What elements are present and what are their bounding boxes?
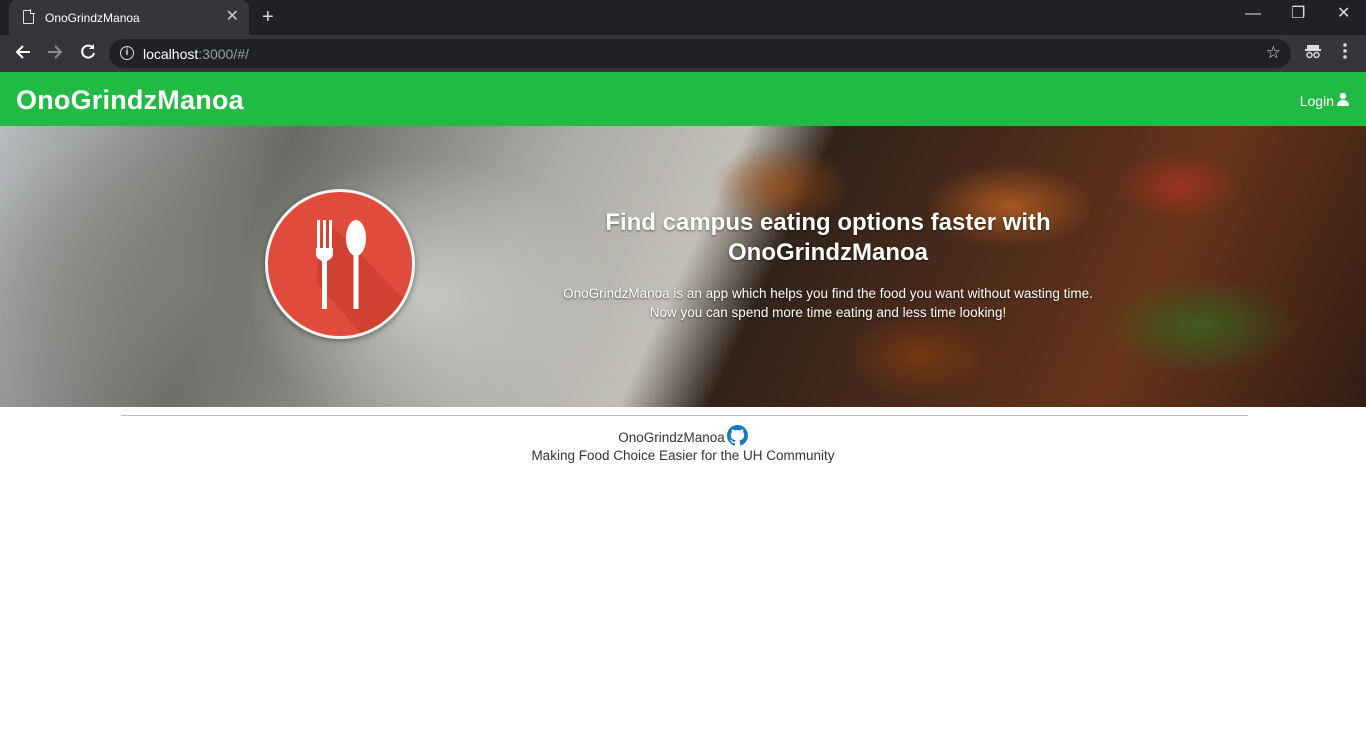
info-icon[interactable]: i bbox=[120, 46, 134, 60]
hero-title: Find campus eating options faster with O… bbox=[578, 208, 1078, 268]
hero-title-line1: Find campus eating options faster with bbox=[605, 209, 1051, 236]
github-icon[interactable] bbox=[726, 425, 748, 449]
address-bar[interactable]: i localhost:3000/#/ ☆ bbox=[109, 39, 1291, 68]
footer-name: OnoGrindzManoa bbox=[618, 429, 725, 445]
hero-description: OnoGrindzManoa is an app which helps you… bbox=[508, 284, 1148, 322]
browser-tab[interactable]: OnoGrindzManoa ✕ bbox=[9, 0, 249, 35]
hero-text-line2: Now you can spend more time eating and l… bbox=[649, 305, 1007, 320]
restore-icon[interactable]: ❐ bbox=[1291, 4, 1305, 24]
document-icon bbox=[23, 9, 35, 24]
star-icon[interactable]: ☆ bbox=[1266, 43, 1281, 63]
back-icon[interactable] bbox=[13, 42, 33, 67]
browser-tab-bar: OnoGrindzManoa ✕ + — ❐ ✕ bbox=[0, 0, 1366, 35]
fork-spoon-icon bbox=[265, 189, 415, 339]
forward-icon[interactable] bbox=[45, 42, 65, 67]
brand-link[interactable]: OnoGrindzManoa bbox=[16, 85, 244, 116]
footer-name-row: OnoGrindzManoa bbox=[0, 425, 1366, 449]
site-navbar: OnoGrindzManoa Login bbox=[0, 72, 1366, 126]
hero-text-line1: OnoGrindzManoa is an app which helps you… bbox=[563, 286, 1093, 301]
close-icon[interactable]: ✕ bbox=[226, 8, 239, 26]
plus-icon[interactable]: + bbox=[262, 6, 274, 28]
footer-divider bbox=[121, 415, 1248, 416]
reload-icon[interactable] bbox=[78, 42, 98, 67]
login-label: Login bbox=[1299, 92, 1334, 109]
hero-banner: Find campus eating options faster with O… bbox=[0, 126, 1366, 407]
user-icon bbox=[1336, 92, 1350, 109]
tab-title: OnoGrindzManoa bbox=[45, 11, 140, 25]
minimize-icon[interactable]: — bbox=[1245, 4, 1261, 24]
window-close-icon[interactable]: ✕ bbox=[1337, 4, 1350, 24]
browser-toolbar: i localhost:3000/#/ ☆ bbox=[0, 35, 1366, 72]
footer-tagline: Making Food Choice Easier for the UH Com… bbox=[531, 448, 835, 463]
url-text: localhost:3000/#/ bbox=[143, 46, 249, 62]
hero-title-line2: OnoGrindzManoa bbox=[728, 239, 928, 266]
login-button[interactable]: Login bbox=[1300, 92, 1350, 109]
menu-icon[interactable] bbox=[1340, 42, 1350, 65]
incognito-icon[interactable] bbox=[1304, 42, 1322, 65]
